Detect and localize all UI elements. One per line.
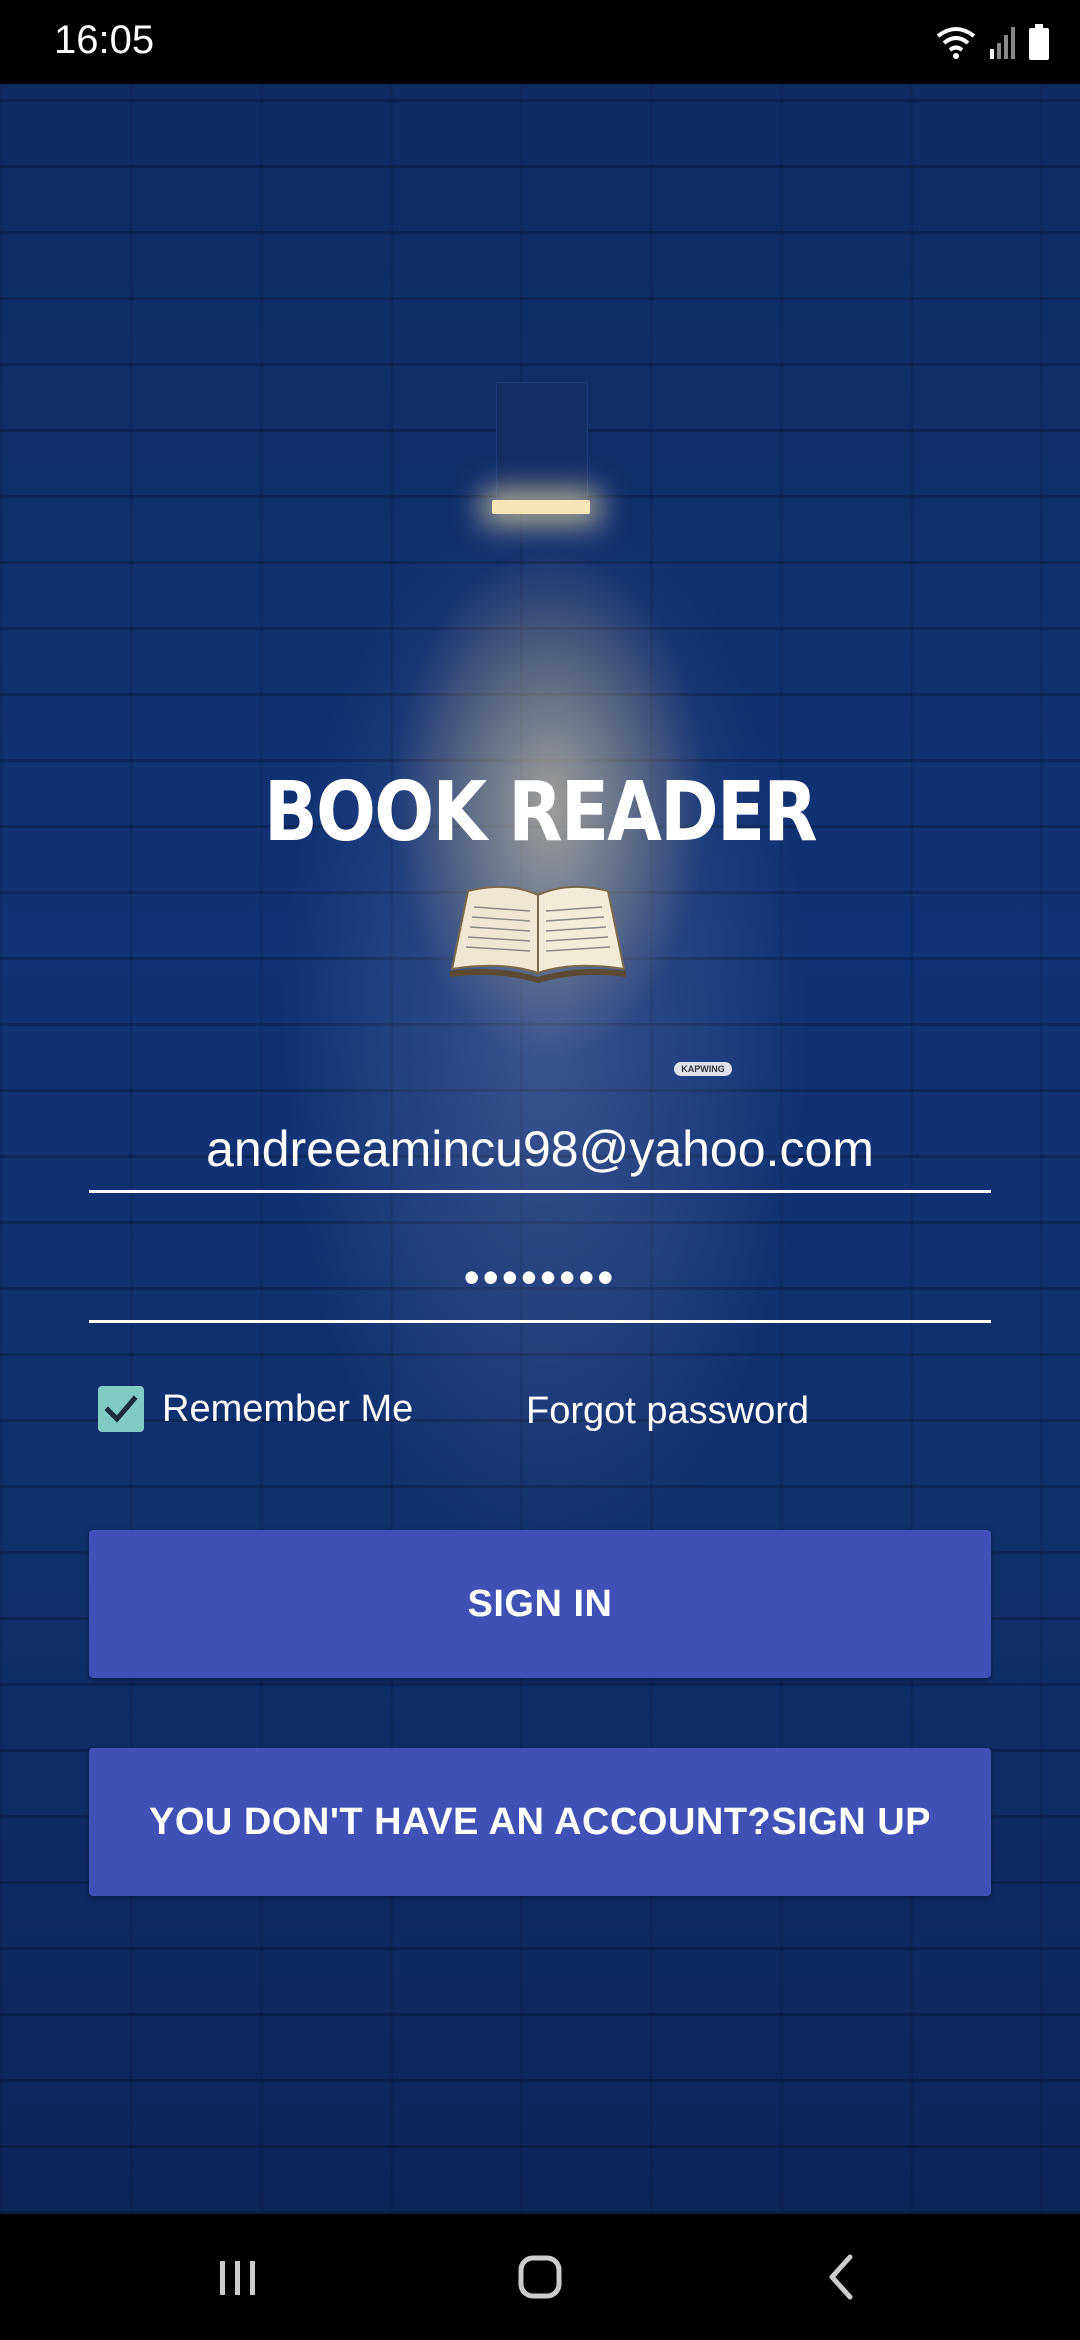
- remember-me[interactable]: Remember Me: [98, 1384, 413, 1434]
- status-bar: 16:05: [0, 0, 1080, 84]
- password-field[interactable]: ••••••••: [89, 1248, 991, 1323]
- open-book-icon: [450, 885, 626, 983]
- status-time: 16:05: [54, 18, 155, 62]
- remember-label: Remember Me: [162, 1387, 414, 1430]
- app-title: BOOK READER: [263, 765, 818, 860]
- home-icon[interactable]: [510, 2247, 570, 2307]
- watermark: KAPWING: [674, 1062, 732, 1076]
- back-icon[interactable]: [812, 2247, 872, 2307]
- signal-icon: [990, 27, 1015, 59]
- checkmark-icon: [104, 1395, 138, 1423]
- sign-in-button[interactable]: SIGN IN: [89, 1530, 991, 1678]
- remember-checkbox[interactable]: [98, 1386, 144, 1432]
- battery-icon: [1029, 24, 1049, 60]
- status-icons: [934, 20, 1050, 64]
- email-field[interactable]: andreeamincu98@yahoo.com: [89, 1110, 991, 1193]
- navigation-bar: [0, 2214, 1080, 2340]
- forgot-password-link[interactable]: Forgot password: [526, 1390, 809, 1433]
- sign-up-button[interactable]: YOU DON'T HAVE AN ACCOUNT?SIGN UP: [89, 1748, 991, 1896]
- email-value: andreeamincu98@yahoo.com: [206, 1121, 874, 1177]
- recent-apps-icon[interactable]: [208, 2247, 268, 2307]
- wifi-icon: [936, 27, 976, 59]
- wall-lamp: [492, 382, 590, 532]
- login-screen: 16:05 BOOK READER KAPWING andreeamincu98…: [0, 0, 1080, 2340]
- password-value: ••••••••: [463, 1251, 617, 1303]
